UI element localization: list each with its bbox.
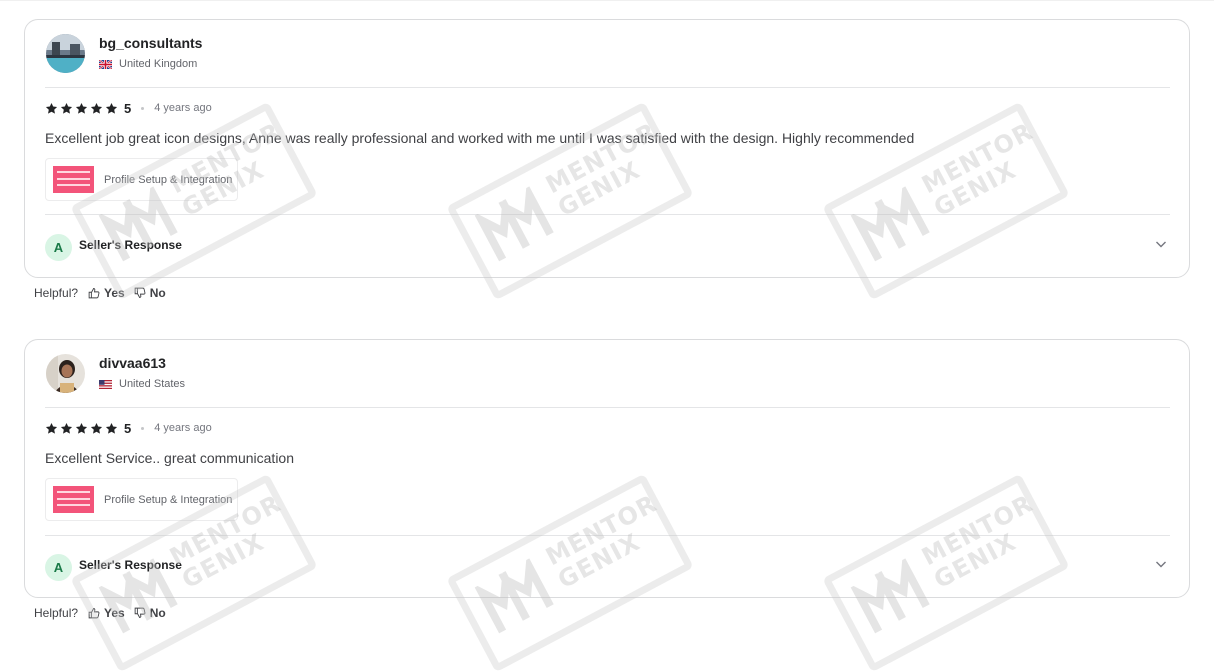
- yes-label: Yes: [104, 286, 125, 300]
- chevron-down-icon[interactable]: [1155, 558, 1167, 570]
- separator-dot: [141, 426, 145, 430]
- thumbs-down-icon: [134, 287, 146, 298]
- chevron-down-icon[interactable]: [1155, 238, 1167, 250]
- seller-avatar: A: [45, 554, 72, 581]
- reviewer-username[interactable]: bg_consultants: [99, 35, 202, 51]
- reviewer-avatar[interactable]: [46, 354, 85, 393]
- seller-response-label[interactable]: Seller's Response: [79, 558, 182, 572]
- yes-label: Yes: [104, 606, 125, 620]
- helpful-label: Helpful?: [34, 286, 79, 300]
- service-label: Profile Setup & Integration: [104, 493, 233, 506]
- seller-avatar: A: [45, 234, 72, 261]
- response-divider: [45, 535, 1170, 536]
- star-icon: [45, 102, 58, 114]
- star-icon: [45, 422, 58, 434]
- helpful-label: Helpful?: [34, 606, 79, 620]
- helpful-no-button[interactable]: No: [134, 606, 166, 620]
- review-time: 4 years ago: [154, 102, 212, 114]
- service-thumbnail: [53, 166, 94, 193]
- country-label: United Kingdom: [119, 58, 198, 70]
- rating-row: 5 4 years ago: [45, 420, 212, 436]
- review-card: divvaa613 United States 5 4 years ago Ex…: [24, 339, 1190, 598]
- top-divider: [0, 0, 1214, 1]
- seller-response-label[interactable]: Seller's Response: [79, 238, 182, 252]
- uk-flag-icon: [99, 59, 112, 69]
- star-icon: [75, 102, 88, 114]
- reviewer-avatar[interactable]: [46, 34, 85, 73]
- separator-dot: [141, 106, 145, 110]
- star-icon: [75, 422, 88, 434]
- thumbs-down-icon: [134, 607, 146, 618]
- helpful-yes-button[interactable]: Yes: [88, 606, 125, 620]
- service-tag[interactable]: Profile Setup & Integration: [45, 158, 238, 201]
- star-icon: [105, 102, 118, 114]
- review-time: 4 years ago: [154, 422, 212, 434]
- rating-row: 5 4 years ago: [45, 100, 212, 116]
- reviewer-country: United States: [99, 378, 185, 390]
- review-text: Excellent Service.. great communication: [45, 450, 294, 466]
- service-tag[interactable]: Profile Setup & Integration: [45, 478, 238, 521]
- star-icon: [60, 422, 73, 434]
- service-label: Profile Setup & Integration: [104, 173, 233, 186]
- country-label: United States: [119, 378, 186, 390]
- star-icon: [60, 102, 73, 114]
- header-divider: [45, 87, 1170, 88]
- helpful-yes-button[interactable]: Yes: [88, 286, 125, 300]
- header-divider: [45, 407, 1170, 408]
- helpful-row: Helpful? Yes No: [34, 606, 175, 620]
- us-flag-icon: [99, 379, 112, 389]
- no-label: No: [149, 286, 166, 300]
- star-icon: [90, 422, 103, 434]
- star-icon: [90, 102, 103, 114]
- star-icon: [105, 422, 118, 434]
- review-card: bg_consultants United Kingdom 5 4 years …: [24, 19, 1190, 278]
- helpful-no-button[interactable]: No: [134, 286, 166, 300]
- helpful-row: Helpful? Yes No: [34, 286, 175, 300]
- thumbs-up-icon: [88, 288, 100, 299]
- review-text: Excellent job great icon designs, Anne w…: [45, 130, 915, 146]
- response-divider: [45, 214, 1170, 215]
- reviewer-country: United Kingdom: [99, 58, 197, 70]
- rating-score: 5: [124, 100, 132, 116]
- rating-score: 5: [124, 420, 132, 436]
- thumbs-up-icon: [88, 608, 100, 619]
- service-thumbnail: [53, 486, 94, 513]
- reviewer-username[interactable]: divvaa613: [99, 355, 166, 371]
- no-label: No: [149, 606, 166, 620]
